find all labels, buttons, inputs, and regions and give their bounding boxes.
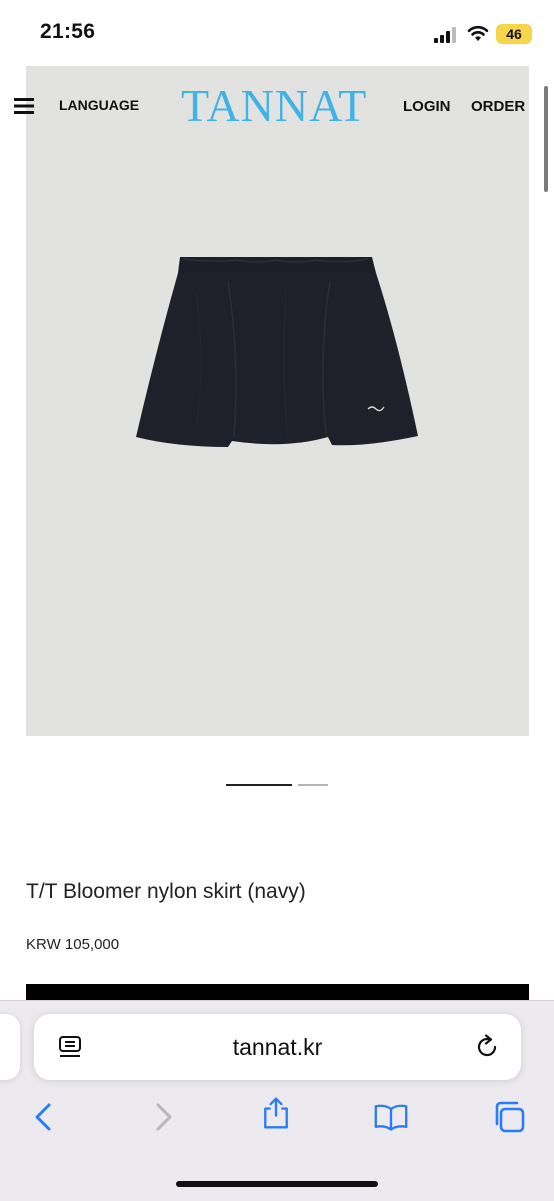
reload-icon[interactable] (475, 1034, 501, 1060)
carousel-dot[interactable] (298, 784, 328, 786)
order-link[interactable]: ORDER (471, 98, 525, 115)
product-skirt-image (136, 257, 418, 447)
forward-icon[interactable] (146, 1100, 180, 1134)
address-bar[interactable]: tannat.kr (34, 1014, 521, 1080)
scrollbar[interactable] (544, 86, 548, 192)
carousel-dot-active[interactable] (226, 784, 292, 786)
product-title: T/T Bloomer nylon skirt (navy) (26, 880, 306, 903)
login-link[interactable]: LOGIN (403, 98, 451, 115)
status-bar: 21:56 46 (0, 0, 554, 66)
brand-logo[interactable]: TANNAT (181, 80, 367, 132)
battery-icon: 46 (496, 24, 532, 44)
wifi-icon (467, 25, 489, 41)
hamburger-icon[interactable] (14, 98, 34, 114)
url-text[interactable]: tannat.kr (34, 1034, 521, 1061)
status-time: 21:56 (40, 20, 96, 43)
language-link[interactable]: LANGUAGE (59, 97, 139, 113)
back-icon[interactable] (27, 1100, 61, 1134)
share-icon[interactable] (259, 1096, 293, 1130)
signal-icon (434, 27, 456, 43)
bookmarks-icon[interactable] (374, 1100, 408, 1134)
product-price: KRW 105,000 (26, 936, 120, 953)
previous-tab-preview[interactable] (0, 1014, 20, 1080)
tabs-icon[interactable] (492, 1100, 526, 1134)
home-indicator[interactable] (176, 1181, 378, 1187)
